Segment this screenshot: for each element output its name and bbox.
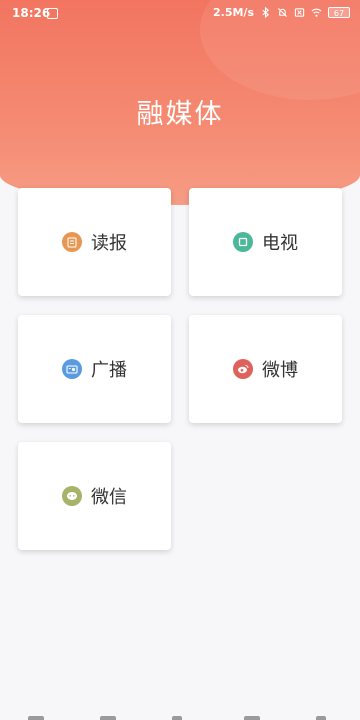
- card-radio[interactable]: 广播: [18, 315, 171, 423]
- card-read-newspaper[interactable]: 读报: [18, 188, 171, 296]
- weibo-icon: [233, 359, 253, 379]
- nav-tab-discover[interactable]: [100, 716, 116, 720]
- battery-icon: 67: [328, 7, 350, 18]
- nav-tab-services[interactable]: [244, 716, 260, 720]
- card-label: 微信: [91, 487, 127, 508]
- newspaper-icon: [62, 232, 82, 252]
- notification-app-icon: [47, 8, 58, 19]
- radio-icon: [62, 359, 82, 379]
- sim-x-icon: [294, 8, 305, 17]
- card-label: 微博: [262, 360, 298, 381]
- page-title: 融媒体: [136, 99, 224, 130]
- status-time: 18:26: [12, 6, 51, 20]
- card-label: 广播: [91, 360, 127, 381]
- tv-icon: [233, 232, 253, 252]
- nav-tab-profile[interactable]: [316, 716, 326, 720]
- card-label: 读报: [91, 233, 127, 254]
- status-bar: 18:26 2.5M/s 67: [0, 0, 360, 28]
- wechat-icon: [62, 486, 82, 506]
- status-indicators: 2.5M/s 67: [213, 6, 350, 19]
- nav-tab-home[interactable]: [28, 716, 44, 720]
- card-tv[interactable]: 电视: [189, 188, 342, 296]
- network-speed: 2.5M/s: [213, 6, 254, 19]
- nav-tab-center[interactable]: [172, 716, 182, 720]
- card-label: 电视: [262, 233, 298, 254]
- bottom-navigation: [0, 712, 360, 720]
- card-wechat[interactable]: 微信: [18, 442, 171, 550]
- bluetooth-icon: [262, 7, 270, 18]
- alarm-off-icon: [277, 7, 288, 18]
- wifi-icon: [311, 8, 322, 17]
- card-weibo[interactable]: 微博: [189, 315, 342, 423]
